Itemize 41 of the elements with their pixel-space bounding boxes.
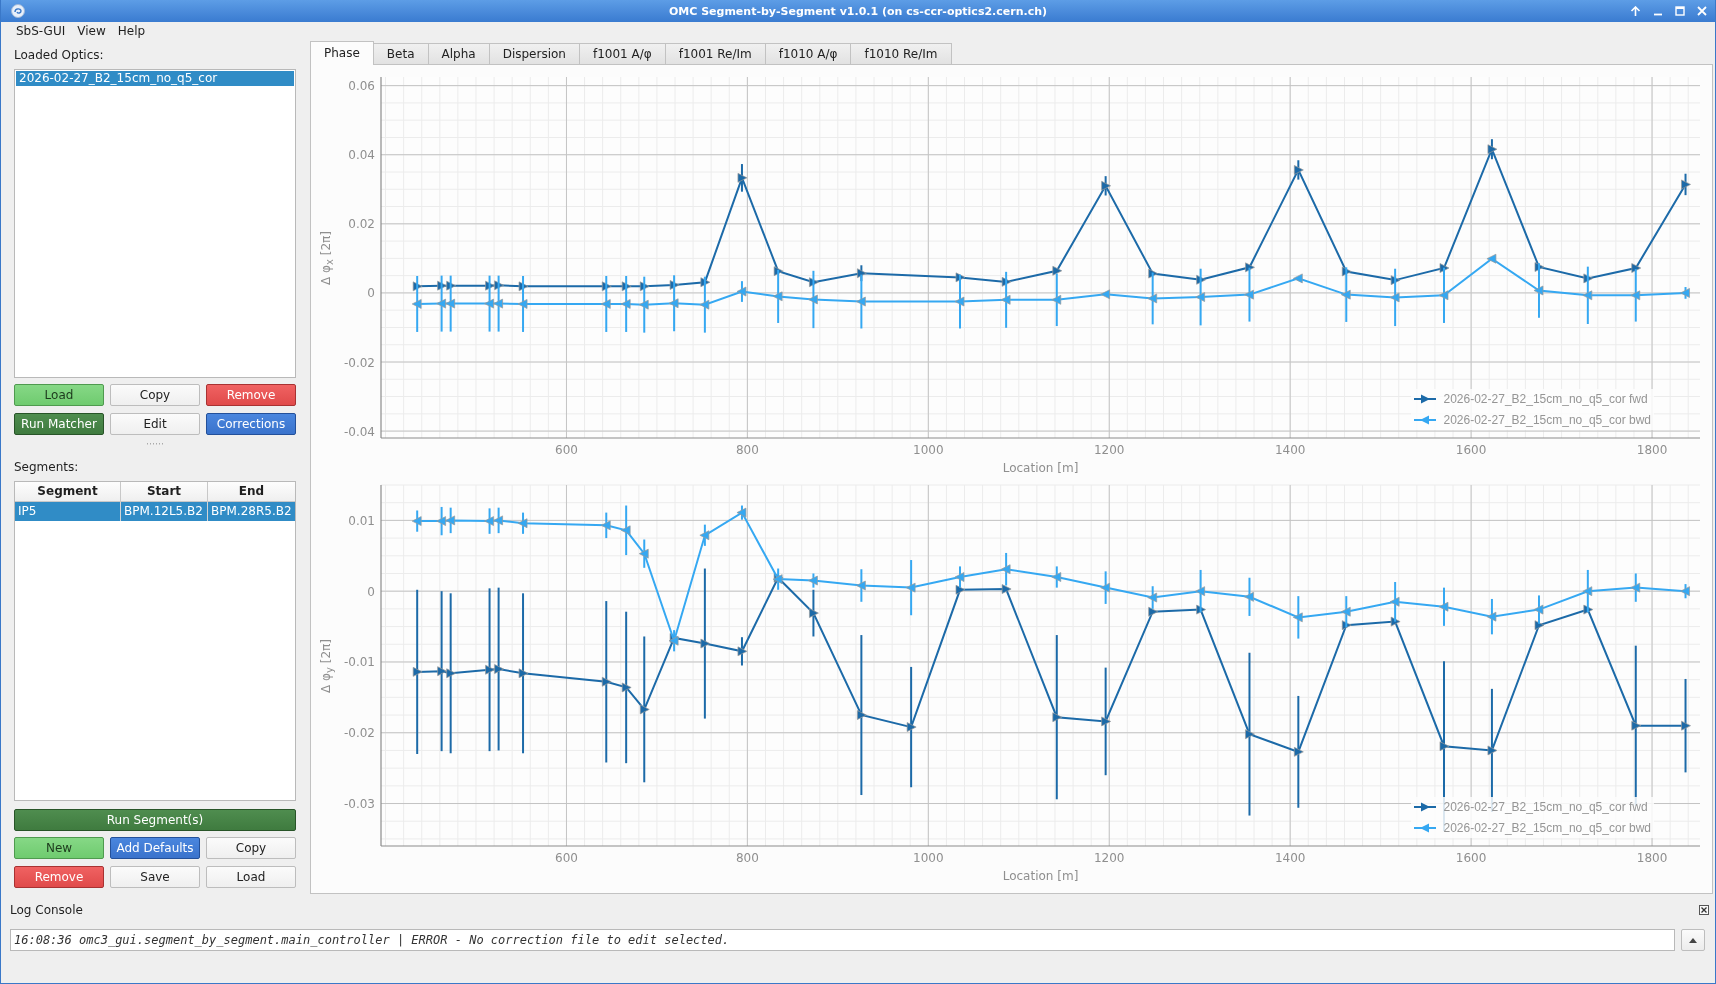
x-tick-label: 1600 xyxy=(1455,851,1487,865)
y-tick-label: -0.02 xyxy=(343,355,375,370)
y-tick-label: 0.04 xyxy=(348,148,375,163)
x-tick-label: 800 xyxy=(735,851,759,865)
legend-label: 2026-02-27_B2_15cm_no_q5_cor bwd xyxy=(1443,821,1651,835)
x-tick-label: 1800 xyxy=(1636,851,1668,865)
y-tick-label: 0.06 xyxy=(348,79,375,94)
legend-label: 2026-02-27_B2_15cm_no_q5_cor bwd xyxy=(1443,413,1651,427)
table-cell-text: BPM.28R5.B2 xyxy=(210,503,293,520)
x-axis-label: Location [m] xyxy=(1002,461,1079,475)
column-header: Segment xyxy=(15,482,121,501)
x-tick-label: 1400 xyxy=(1274,443,1306,457)
y-tick-label: -0.01 xyxy=(343,655,375,670)
column-header: Start xyxy=(121,482,208,501)
section-label: Loaded Optics: xyxy=(14,47,105,63)
legend-label: 2026-02-27_B2_15cm_no_q5_cor fwd xyxy=(1443,800,1648,814)
x-axis-label: Location [m] xyxy=(1002,869,1079,883)
table-cell: BPM.12L5.B2 xyxy=(121,502,208,521)
y-tick-label: -0.03 xyxy=(343,797,375,812)
x-tick-label: 1600 xyxy=(1455,443,1487,457)
x-tick-label: 1000 xyxy=(913,443,944,457)
panel-title: Log Console xyxy=(10,902,83,918)
x-tick-label: 1400 xyxy=(1274,851,1306,865)
x-tick-label: 600 xyxy=(555,851,578,865)
y-tick-label: 0.01 xyxy=(348,513,375,528)
table-cell: IP5 xyxy=(15,502,121,521)
x-tick-label: 1800 xyxy=(1636,443,1668,457)
y-tick-label: 0 xyxy=(367,584,375,599)
column-header: End xyxy=(237,483,266,500)
y-tick-label: 0 xyxy=(367,286,375,301)
window-title: OMC Segment-by-Segment v1.0.1 (on cs-ccr-optics2.cern.ch) xyxy=(668,4,1048,18)
y-tick-label: 0.02 xyxy=(348,217,375,232)
x-tick-label: 1000 xyxy=(913,851,944,865)
x-tick-label: 1200 xyxy=(1094,443,1125,457)
y-tick-label: -0.04 xyxy=(343,424,375,439)
legend-label: 2026-02-27_B2_15cm_no_q5_cor fwd xyxy=(1443,392,1648,406)
x-tick-label: 800 xyxy=(735,443,759,457)
x-tick-label: 1200 xyxy=(1094,851,1125,865)
section-label: Segments: xyxy=(14,459,80,475)
y-tick-label: -0.02 xyxy=(343,726,375,741)
x-tick-label: 600 xyxy=(555,443,578,457)
